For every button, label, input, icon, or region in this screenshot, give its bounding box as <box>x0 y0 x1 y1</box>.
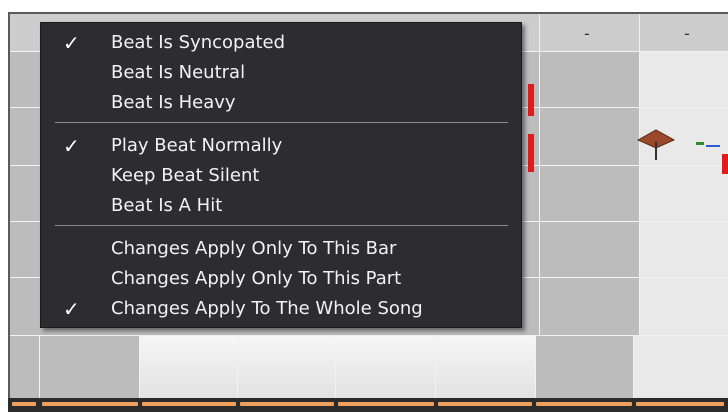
grid-cell[interactable] <box>436 336 536 400</box>
header-dash: - <box>684 24 690 43</box>
grid-cell[interactable] <box>634 336 728 400</box>
menu-item-label: Keep Beat Silent <box>111 165 260 186</box>
grid-cell[interactable] <box>336 336 436 400</box>
menu-item-label: Changes Apply Only To This Part <box>111 268 402 289</box>
grid-cell[interactable] <box>540 166 640 222</box>
menu-item-play-beat-normally[interactable]: ✓ Play Beat Normally <box>41 132 521 160</box>
beat-marker[interactable] <box>722 154 728 174</box>
bar-segment[interactable] <box>240 402 334 406</box>
menu-item-beat-is-a-hit[interactable]: Beat Is A Hit <box>41 192 521 220</box>
bar-segment[interactable] <box>636 402 724 406</box>
bar-timeline <box>8 398 728 412</box>
grid-cell[interactable] <box>536 336 634 400</box>
grid-cell[interactable] <box>540 52 640 108</box>
menu-item-beat-syncopated[interactable]: ✓ Beat Is Syncopated <box>41 29 521 57</box>
menu-item-beat-heavy[interactable]: Beat Is Heavy <box>41 89 521 117</box>
menu-item-apply-whole-song[interactable]: ✓ Changes Apply To The Whole Song <box>41 295 521 323</box>
grid-cell[interactable] <box>640 166 728 222</box>
grid-header-cell: - <box>540 14 640 52</box>
grid-cell[interactable] <box>10 336 40 400</box>
bar-segment[interactable] <box>536 402 632 406</box>
checkmark-icon: ✓ <box>63 297 80 321</box>
beat-marker[interactable] <box>528 84 534 116</box>
menu-item-beat-neutral[interactable]: Beat Is Neutral <box>41 59 521 87</box>
menu-item-label: Changes Apply To The Whole Song <box>111 298 423 319</box>
grid-cell[interactable] <box>40 336 140 400</box>
checkmark-icon: ✓ <box>63 134 80 158</box>
grid-cell[interactable] <box>540 278 640 336</box>
grid-cell[interactable] <box>140 336 238 400</box>
menu-item-label: Changes Apply Only To This Bar <box>111 238 397 259</box>
grid-header-cell: - <box>640 14 728 52</box>
bar-segment[interactable] <box>142 402 236 406</box>
header-dash: - <box>584 24 590 43</box>
grid-cell[interactable] <box>540 108 640 166</box>
bar-segment[interactable] <box>12 402 36 406</box>
bar-segment[interactable] <box>338 402 434 406</box>
grid-cell[interactable] <box>640 278 728 336</box>
menu-item-label: Beat Is Heavy <box>111 92 236 113</box>
menu-item-label: Beat Is Neutral <box>111 62 246 83</box>
bar-segment[interactable] <box>42 402 138 406</box>
beat-marker[interactable] <box>528 134 534 172</box>
grid-cell[interactable] <box>640 52 728 108</box>
menu-item-label: Beat Is Syncopated <box>111 32 286 53</box>
menu-item-apply-this-bar[interactable]: Changes Apply Only To This Bar <box>41 235 521 263</box>
checkmark-icon: ✓ <box>63 31 80 55</box>
beat-context-menu: ✓ Beat Is Syncopated Beat Is Neutral Bea… <box>40 22 522 328</box>
grid-cell[interactable] <box>238 336 336 400</box>
grid-cell[interactable] <box>540 222 640 278</box>
grid-cell[interactable] <box>640 222 728 278</box>
cymbal-icon[interactable] <box>636 128 676 166</box>
menu-separator <box>55 122 508 123</box>
menu-item-label: Play Beat Normally <box>111 135 283 156</box>
note-tick <box>696 142 704 145</box>
menu-item-apply-this-part[interactable]: Changes Apply Only To This Part <box>41 265 521 293</box>
bar-segment[interactable] <box>438 402 532 406</box>
menu-item-label: Beat Is A Hit <box>111 195 223 216</box>
menu-separator <box>55 225 508 226</box>
menu-item-keep-beat-silent[interactable]: Keep Beat Silent <box>41 162 521 190</box>
note-tick <box>706 145 720 147</box>
